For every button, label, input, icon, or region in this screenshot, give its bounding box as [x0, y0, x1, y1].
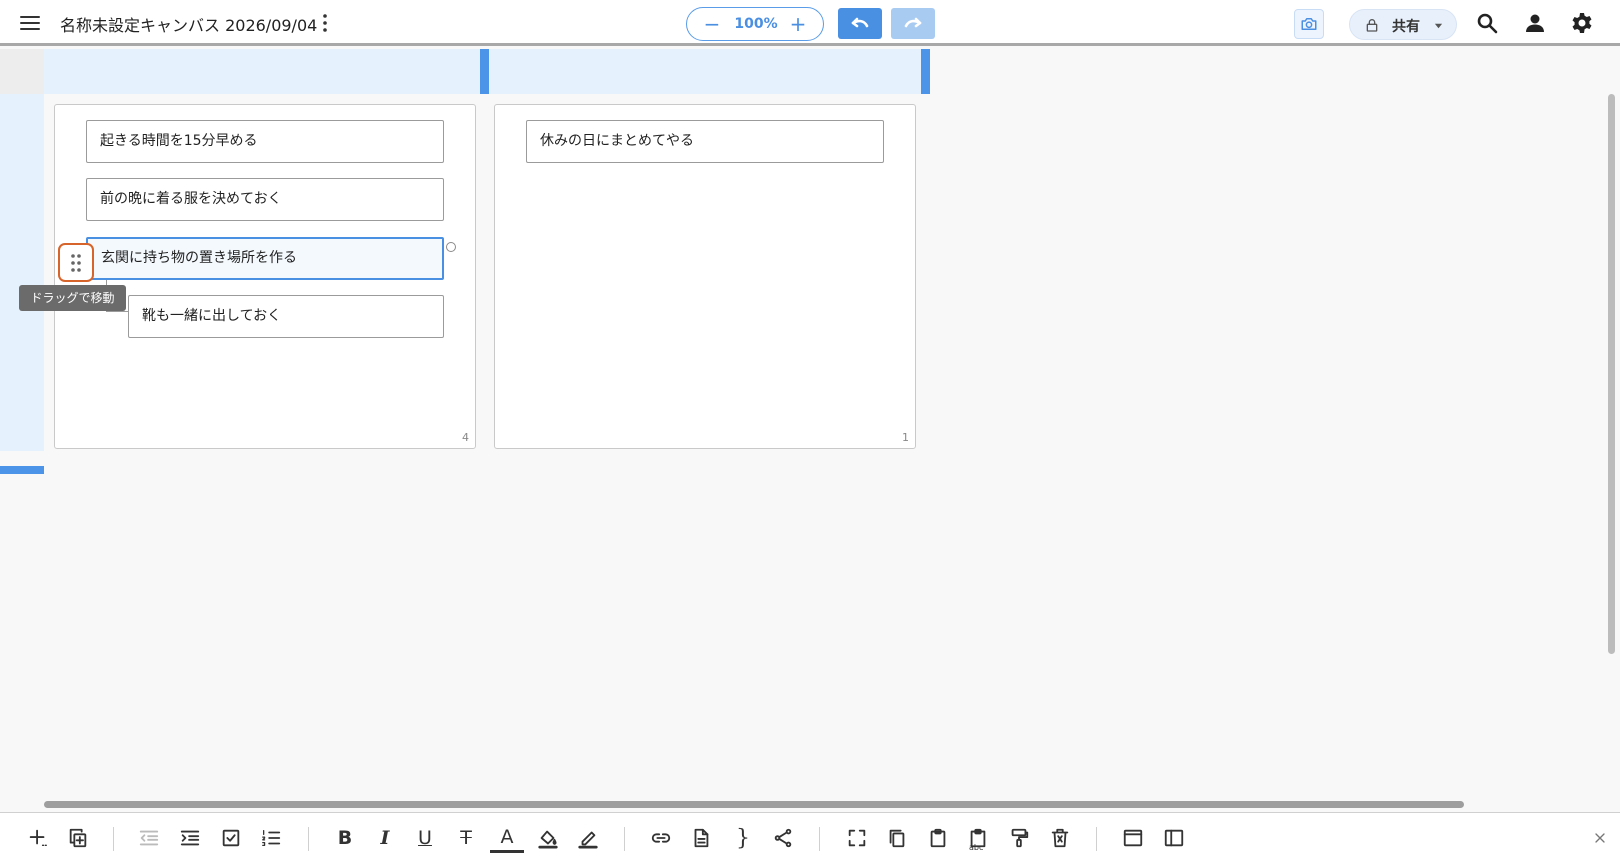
toolbar-separator [819, 827, 820, 851]
lock-icon [1366, 19, 1378, 32]
search-icon[interactable] [1472, 8, 1502, 38]
border-color-icon[interactable] [571, 813, 605, 862]
sidebar-icon[interactable] [1157, 813, 1191, 862]
camera-icon [1301, 18, 1317, 30]
delete-format-icon[interactable] [1043, 813, 1077, 862]
screenshot-button[interactable] [1294, 9, 1324, 39]
strikethrough-icon[interactable]: T [449, 813, 483, 862]
share-node-icon[interactable] [766, 813, 800, 862]
node-count: 1 [902, 431, 909, 444]
list-node[interactable]: 休みの日にまとめてやる [526, 120, 884, 163]
caret-down-icon [1434, 23, 1443, 29]
vertical-scrollbar[interactable] [1608, 94, 1615, 654]
link-icon[interactable] [644, 813, 678, 862]
checkbox-icon[interactable] [214, 813, 248, 862]
outdent-icon[interactable] [132, 813, 166, 862]
gear-icon[interactable] [1567, 8, 1597, 38]
format-painter-icon[interactable] [1002, 813, 1036, 862]
drag-handle-icon [71, 253, 81, 272]
toolbar-separator [113, 827, 114, 851]
connector-dot[interactable] [446, 242, 456, 252]
underline-icon[interactable]: U [408, 813, 442, 862]
horizontal-scrollbar[interactable] [44, 801, 1464, 808]
duplicate-icon[interactable] [61, 813, 95, 862]
toolbar-separator [308, 827, 309, 851]
zoom-level[interactable]: 100% [731, 16, 781, 32]
top-header-bar: 名称未設定キャンバス 2026/09/04 − 100% + 共有 [0, 0, 1620, 46]
paste-text-icon[interactable]: abc [961, 813, 995, 862]
zoom-in-button[interactable]: + [785, 12, 811, 36]
paste-icon[interactable] [921, 813, 955, 862]
redo-icon [904, 17, 922, 27]
close-icon[interactable] [1583, 813, 1617, 862]
row-header-band [0, 94, 44, 451]
paste-text-label: abc [969, 843, 984, 852]
toolbar-separator [1096, 827, 1097, 851]
hamburger-menu-icon[interactable] [14, 8, 46, 38]
node-count: 4 [462, 431, 469, 444]
bottom-toolbar: B I U T A } abc [0, 812, 1620, 862]
copy-icon[interactable] [880, 813, 914, 862]
undo-button[interactable] [838, 8, 882, 39]
italic-icon[interactable]: I [368, 813, 402, 862]
list-node[interactable]: 前の晩に着る服を決めておく [86, 178, 444, 221]
add-node-icon[interactable] [21, 813, 55, 862]
canvas-title[interactable]: 名称未設定キャンバス 2026/09/04 [60, 12, 317, 36]
list-node-selected[interactable]: 玄関に持ち物の置き場所を作る [86, 237, 444, 280]
redo-button[interactable] [891, 8, 935, 39]
fit-screen-icon[interactable] [840, 813, 874, 862]
list-node-child[interactable]: 靴も一緒に出しておく [128, 295, 444, 338]
drag-tooltip: ドラッグで移動 [19, 285, 126, 311]
zoom-control: − 100% + [686, 7, 824, 41]
window-icon[interactable] [1116, 813, 1150, 862]
column-end-handle[interactable] [921, 49, 930, 94]
fill-color-icon[interactable] [531, 813, 565, 862]
more-vertical-icon[interactable] [312, 8, 338, 38]
list-node[interactable]: 起きる時間を15分早める [86, 120, 444, 163]
text-color-icon[interactable]: A [490, 823, 524, 853]
drag-handle-button[interactable] [58, 243, 94, 282]
undo-icon [851, 17, 869, 27]
share-label: 共有 [1392, 19, 1420, 35]
person-icon[interactable] [1520, 8, 1550, 38]
zoom-out-button[interactable]: − [699, 12, 725, 36]
canvas-area[interactable]: 4 起きる時間を15分早める 前の晩に着る服を決めておく 玄関に持ち物の置き場所… [0, 49, 1620, 812]
corner-header [0, 49, 44, 94]
brace-icon[interactable]: } [726, 813, 760, 862]
app-window: 名称未設定キャンバス 2026/09/04 − 100% + 共有 4 起きる時… [0, 0, 1620, 862]
column-divider-handle[interactable] [480, 49, 489, 94]
row-end-handle[interactable] [0, 466, 44, 474]
bold-icon[interactable]: B [328, 813, 362, 862]
share-button[interactable]: 共有 [1349, 9, 1457, 40]
numbered-list-icon[interactable] [254, 813, 288, 862]
document-icon[interactable] [684, 813, 718, 862]
toolbar-separator [624, 827, 625, 851]
indent-icon[interactable] [173, 813, 207, 862]
